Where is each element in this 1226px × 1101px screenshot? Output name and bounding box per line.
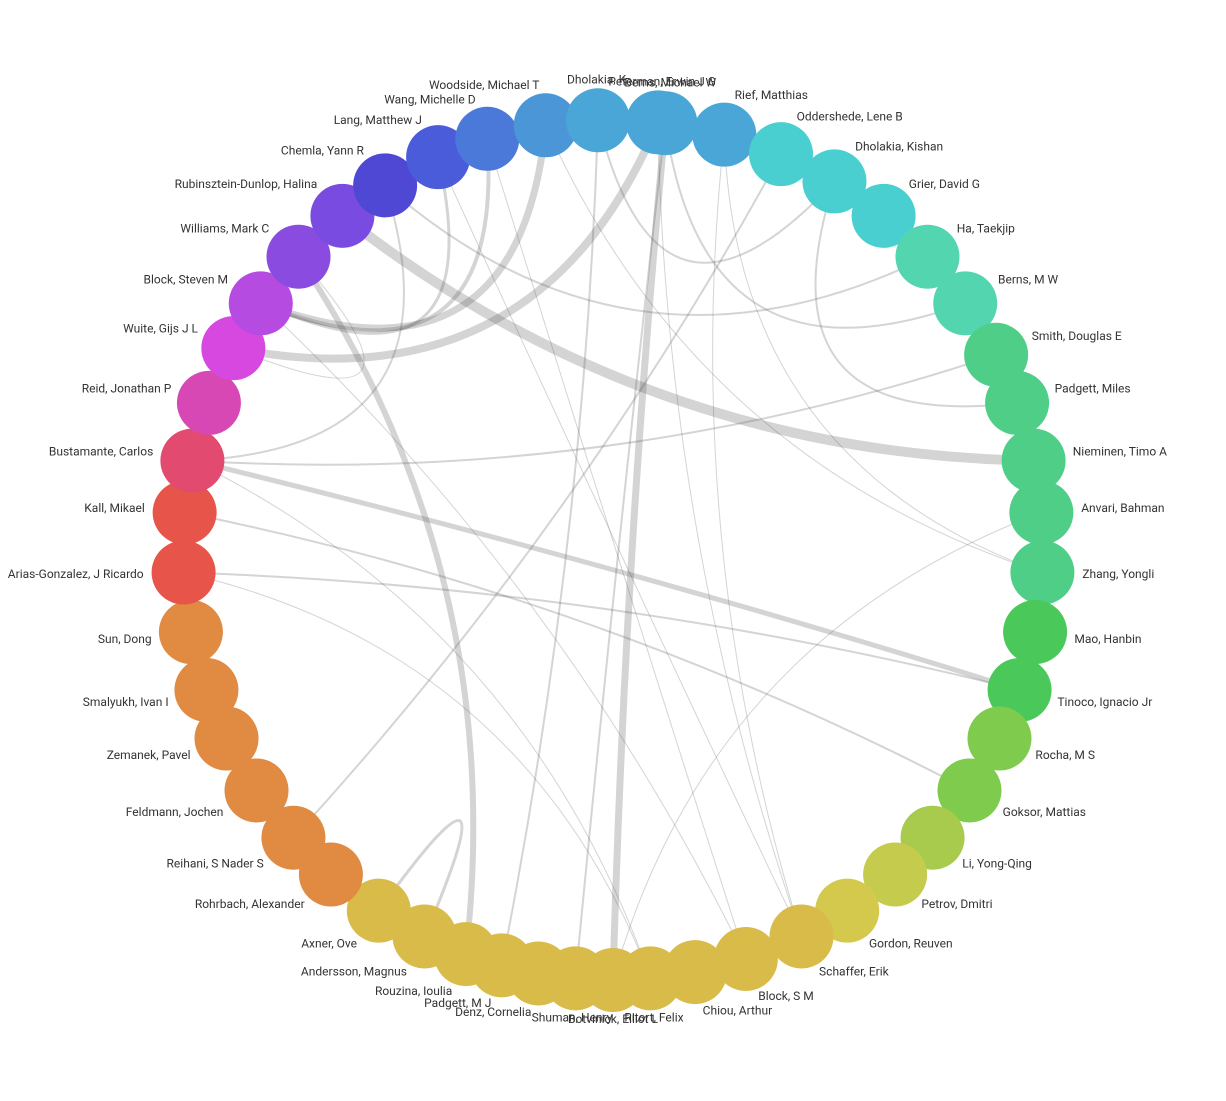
edge xyxy=(293,154,781,838)
node-label: Zhang, Yongli xyxy=(1082,567,1154,581)
node-label: Smith, Douglas E xyxy=(1032,329,1122,343)
node-label: Dholakia, Kishan xyxy=(855,139,943,153)
node-label: Ha, Taekjip xyxy=(957,222,1015,236)
network-node[interactable] xyxy=(159,600,223,664)
node-label: Zemanek, Pavel xyxy=(107,748,191,762)
edge xyxy=(713,135,802,937)
node-label: Lang, Matthew J xyxy=(334,113,422,127)
node-label: Anvari, Bahman xyxy=(1081,501,1164,515)
node-label: Padgett, M J xyxy=(424,996,491,1010)
node-label: Block, Steven M xyxy=(144,273,228,287)
network-node[interactable] xyxy=(1003,600,1067,664)
node-label: Chiou, Arthur xyxy=(703,1004,773,1018)
edge xyxy=(613,123,665,980)
node-label: Goksor, Mattias xyxy=(1003,805,1086,819)
network-node[interactable] xyxy=(692,103,756,167)
network-node[interactable] xyxy=(455,107,519,171)
network-node[interactable] xyxy=(985,371,1049,435)
node-label: Reihani, S Nader S xyxy=(167,857,264,871)
node-label: Rohrbach, Alexander xyxy=(195,897,305,911)
node-label: Rocha, M S xyxy=(1035,748,1095,762)
node-label: Grier, David G xyxy=(909,177,980,191)
node-label: Oddershede, Lene B xyxy=(797,110,903,124)
node-label: Schaffer, Erik xyxy=(819,965,890,979)
node-label: Berns, M W xyxy=(998,273,1059,287)
node-label: Axner, Ove xyxy=(301,936,357,950)
node-label: Nieminen, Timo A xyxy=(1073,444,1167,458)
node-label: Rubinsztein-Dunlop, Halina xyxy=(175,177,318,191)
edge xyxy=(184,573,1020,690)
node-label: Shuman, Henry xyxy=(532,1010,613,1024)
node-label: Smalyukh, Ivan I xyxy=(83,695,169,709)
node-label: Bustamante, Carlos xyxy=(49,444,153,458)
network-node[interactable] xyxy=(177,371,241,435)
node-label: Gordon, Reuven xyxy=(869,936,953,950)
network-node[interactable] xyxy=(626,90,690,154)
network-node[interactable] xyxy=(160,429,224,493)
node-label: Woodside, Michael T xyxy=(429,78,540,92)
node-label: Kall, Mikael xyxy=(84,501,145,515)
node-label: Petrov, Dmitri xyxy=(921,897,992,911)
node-label: Block, S M xyxy=(758,989,814,1003)
node-label: Rief, Matthias xyxy=(735,88,808,102)
node-label: Andersson, Magnus xyxy=(301,965,407,979)
node-label: Wuite, Gijs J L xyxy=(123,322,198,336)
network-node[interactable] xyxy=(1009,481,1073,545)
node-label: Tinoco, Ignacio Jr xyxy=(1057,695,1152,709)
network-node[interactable] xyxy=(152,541,216,605)
node-label: Li, Yong-Qing xyxy=(962,857,1032,871)
node-label: Wang, Michelle D xyxy=(384,93,476,107)
node-label: Sun, Dong xyxy=(98,632,152,646)
network-node[interactable] xyxy=(1010,541,1074,605)
node-label: Williams, Mark C xyxy=(180,222,269,236)
network-node[interactable] xyxy=(769,904,833,968)
node-label: Feldmann, Jochen xyxy=(126,805,224,819)
node-label: Reid, Jonathan P xyxy=(82,381,172,395)
node-label: Mao, Hanbin xyxy=(1074,632,1141,646)
node-label: Rouzina, Ioulia xyxy=(375,984,452,998)
node-label: Chemla, Yann R xyxy=(281,144,365,158)
node-label: Peterman, Erwin J G xyxy=(608,75,716,89)
network-node[interactable] xyxy=(174,658,238,722)
node-label: Padgett, Miles xyxy=(1055,381,1131,395)
chord-network-chart: Berns, Michael WRief, MatthiasOddershede… xyxy=(0,0,1226,1101)
network-node[interactable] xyxy=(566,88,630,152)
node-label: Arias-Gonzalez, J Ricardo xyxy=(8,567,144,581)
